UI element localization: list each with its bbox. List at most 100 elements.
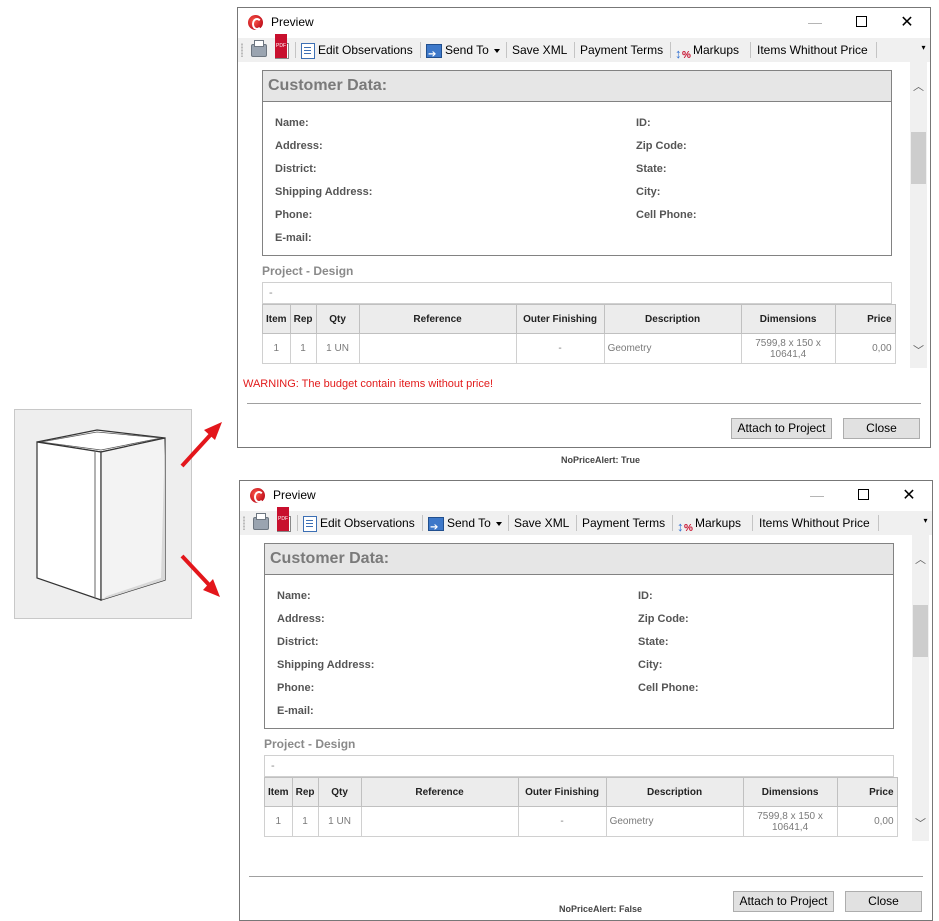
project-design-label: Project - Design [262,264,354,278]
close-button[interactable]: Close [845,891,922,912]
markups-label: Markups [695,516,742,530]
attach-to-project-button[interactable]: Attach to Project [733,891,834,912]
printer-icon [251,40,267,58]
table-header-row: Item Rep Qty Reference Outer Finishing Descri… [264,777,898,807]
caption-true: NoPriceAlert: True [561,455,641,465]
markup-percent-icon [675,42,691,68]
toolbar-overflow-button[interactable]: ▾ [919,44,928,56]
toolbar-grip[interactable] [243,516,245,530]
column-header: Rep [291,777,319,807]
printer-icon [253,513,269,531]
markups-button[interactable]: Markups [677,511,742,541]
id-field: ID: [638,590,653,602]
items-without-price-button[interactable]: Items Whithout Price [757,38,868,62]
scroll-down-icon[interactable]: ﹀ [912,816,929,833]
maximize-button[interactable] [838,8,884,38]
markups-button[interactable]: Markups [675,38,739,68]
scroll-up-icon[interactable]: ︿ [912,552,929,569]
pdf-button[interactable] [277,506,294,535]
column-header: Outer Finishing [515,304,605,334]
customer-data-header: Customer Data: [263,71,891,102]
table-cell: 0,00 [834,333,896,364]
table-cell: 1 [264,806,293,837]
print-button[interactable] [253,511,272,535]
column-header: Outer Finishing [517,777,607,807]
toolbar-grip[interactable] [241,43,243,57]
preview-window-1: Preview — ✕ Edit Observations Send To Sa… [239,480,933,921]
table-cell: Geometry [605,806,744,837]
print-button[interactable] [251,38,270,62]
pdf-icon [275,33,289,59]
column-header: Description [603,304,742,334]
edit-document-icon [303,515,317,532]
pdf-button[interactable] [275,33,292,62]
table-cell: 7599,8 x 150 x 10641,4 [742,806,838,837]
chevron-down-icon [495,521,502,526]
scrollbar-thumb[interactable] [913,605,928,657]
close-window-button[interactable]: ✕ [884,8,930,38]
close-button[interactable]: Close [843,418,920,439]
edit-observations-button[interactable]: Edit Observations [301,38,413,62]
column-header: Reference [360,777,519,807]
state-field: State: [638,636,669,648]
report-viewport[interactable]: Customer Data: Name: Address: District: … [247,535,912,841]
save-xml-button[interactable]: Save XML [512,38,567,62]
district-field: District: [275,163,317,175]
edit-observations-label: Edit Observations [318,43,413,57]
edit-observations-button[interactable]: Edit Observations [303,511,415,535]
title-bar: Preview — ✕ [240,481,932,511]
column-header: Dimensions [740,304,836,334]
email-field: E-mail: [277,705,314,717]
minimize-button[interactable]: — [792,8,838,38]
city-field: City: [638,659,663,671]
report-viewport[interactable]: Customer Data: Name: Address: District: … [245,62,910,368]
items-table: Item Rep Qty Reference Outer Finishing Descri… [262,304,896,364]
payment-terms-button[interactable]: Payment Terms [580,38,663,62]
save-xml-button[interactable]: Save XML [514,511,569,535]
app-logo-icon [248,15,263,30]
name-field: Name: [275,117,309,129]
customer-data-header: Customer Data: [265,544,893,575]
column-header: Qty [317,777,362,807]
report-page: Customer Data: Name: Address: District: … [247,535,912,841]
table-header-row: Item Rep Qty Reference Outer Finishing Descri… [262,304,896,334]
toolbar: Edit Observations Send To Save XML Payme… [238,33,930,68]
id-field: ID: [636,117,651,129]
send-to-button[interactable]: Send To [428,511,502,540]
caption-false: NoPriceAlert: False [559,904,643,914]
vertical-scrollbar[interactable]: ︿ ﹀ [912,535,929,841]
toolbar-overflow-button[interactable]: ▾ [921,517,930,529]
table-cell: 1 [289,333,317,364]
send-to-button[interactable]: Send To [426,38,500,67]
payment-terms-button[interactable]: Payment Terms [582,511,665,535]
edit-observations-label: Edit Observations [320,516,415,530]
shipping-address-field: Shipping Address: [275,186,373,198]
cell-phone-field: Cell Phone: [638,682,699,694]
project-design-value: - [264,755,894,777]
send-icon [428,516,444,540]
table-cell: - [517,806,607,837]
send-to-label: Send To [447,516,491,530]
vertical-scrollbar[interactable]: ︿ ﹀ [910,62,927,368]
column-header: Qty [315,304,360,334]
maximize-button[interactable] [840,481,886,511]
close-window-button[interactable]: ✕ [886,481,932,511]
divider [249,876,923,877]
scrollbar-thumb[interactable] [911,132,926,184]
minimize-button[interactable]: — [794,481,840,511]
table-row[interactable]: 111 UN - Geometry 7599,8 x 150 x 10641,4 0,0… [264,806,898,837]
items-without-price-button[interactable]: Items Whithout Price [759,511,870,535]
table-row[interactable]: 111 UN - Geometry 7599,8 x 150 x 10641,4 0,0… [262,333,896,364]
city-field: City: [636,186,661,198]
zip-code-field: Zip Code: [638,613,689,625]
scroll-up-icon[interactable]: ︿ [910,79,927,96]
send-icon [426,43,442,67]
column-header: Rep [289,304,317,334]
scroll-down-icon[interactable]: ﹀ [910,343,927,360]
table-cell: 1 [291,806,319,837]
column-header: Description [605,777,744,807]
attach-to-project-button[interactable]: Attach to Project [731,418,832,439]
column-header: Price [834,304,896,334]
table-cell: Geometry [603,333,742,364]
send-to-label: Send To [445,43,489,57]
